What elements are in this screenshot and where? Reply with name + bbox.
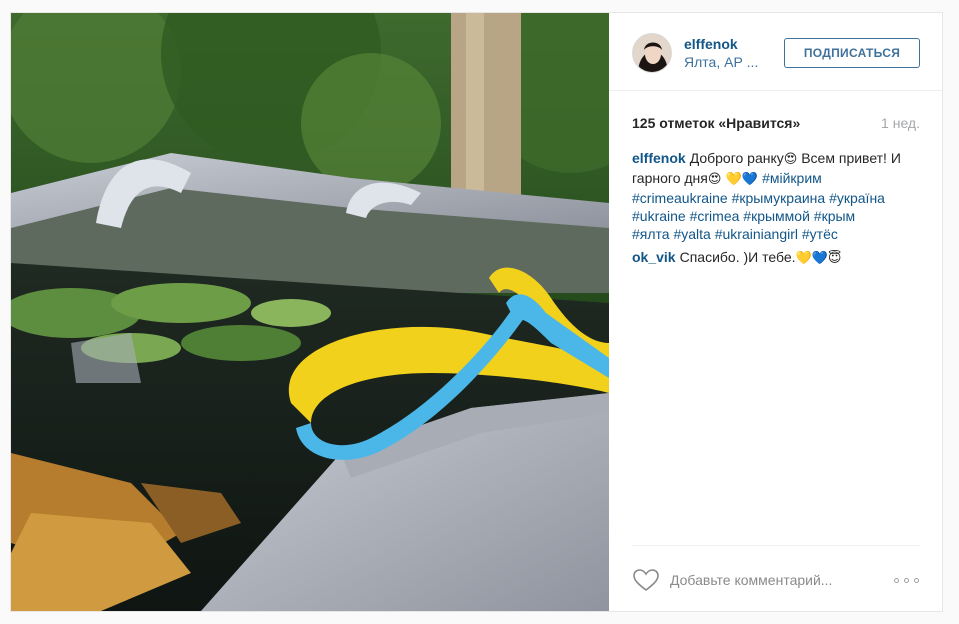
- reply-comment: ok_vik Спасибо. )И тебе.💛💙😇: [632, 248, 922, 268]
- reply-username[interactable]: ok_vik: [632, 249, 676, 265]
- location-link[interactable]: Ялта, АР ...: [684, 54, 774, 70]
- follow-button[interactable]: ПОДПИСАТЬСЯ: [784, 38, 920, 68]
- post-time[interactable]: 1 нед.: [881, 115, 920, 131]
- post-card: elffenok Ялта, АР ... ПОДПИСАТЬСЯ 125 от…: [10, 12, 943, 612]
- caption-text-1: Доброго ранку: [689, 150, 784, 166]
- hashtag[interactable]: #утёс: [802, 226, 838, 242]
- hashtag[interactable]: #crimea: [690, 208, 740, 224]
- hashtag[interactable]: #україна: [829, 190, 885, 206]
- hashtag[interactable]: #yalta: [673, 226, 710, 242]
- hearts-angel-emoji: 💛💙😇: [795, 251, 842, 266]
- hearts-emoji: 💛💙: [721, 172, 763, 187]
- post-sidebar: elffenok Ялта, АР ... ПОДПИСАТЬСЯ 125 от…: [609, 13, 942, 611]
- hashtag[interactable]: #крымукраина: [732, 190, 826, 206]
- smiling-face-heart-eyes-emoji: 😍: [783, 152, 798, 167]
- reply-text: Спасибо. )И тебе.: [679, 249, 796, 265]
- ellipsis-icon[interactable]: [894, 571, 920, 589]
- hashtag[interactable]: #крыммой: [743, 208, 810, 224]
- hashtag[interactable]: #ukrainiangirl: [715, 226, 798, 242]
- likes-count[interactable]: 125 отметок «Нравится»: [632, 115, 800, 131]
- comment-input[interactable]: [670, 568, 880, 592]
- post-header: elffenok Ялта, АР ... ПОДПИСАТЬСЯ: [609, 13, 942, 91]
- photo-image: [11, 13, 609, 611]
- dot: [914, 578, 919, 583]
- caption-username[interactable]: elffenok: [632, 150, 686, 166]
- hashtag[interactable]: #ukraine: [632, 208, 686, 224]
- comment-list: elffenok Доброго ранку😍 Всем привет! И га…: [632, 149, 922, 268]
- avatar[interactable]: [632, 33, 672, 73]
- dot: [894, 578, 899, 583]
- smiling-face-heart-eyes-emoji: 😍: [707, 172, 722, 187]
- likes-row: 125 отметок «Нравится» 1 нед.: [632, 115, 920, 135]
- username-link[interactable]: elffenok: [684, 36, 738, 52]
- caption-comment: elffenok Доброго ранку😍 Всем привет! И га…: [632, 149, 922, 243]
- dot: [904, 578, 909, 583]
- heart-outline-icon[interactable]: [632, 568, 660, 592]
- post-photo[interactable]: [11, 13, 609, 611]
- hashtag[interactable]: #crimeaukraine: [632, 190, 728, 206]
- hashtag[interactable]: #крым: [814, 208, 855, 224]
- hashtag[interactable]: #ялта: [632, 226, 670, 242]
- hashtag[interactable]: #мійкрим: [762, 170, 822, 186]
- avatar-image: [633, 34, 671, 72]
- comment-footer: [632, 545, 920, 611]
